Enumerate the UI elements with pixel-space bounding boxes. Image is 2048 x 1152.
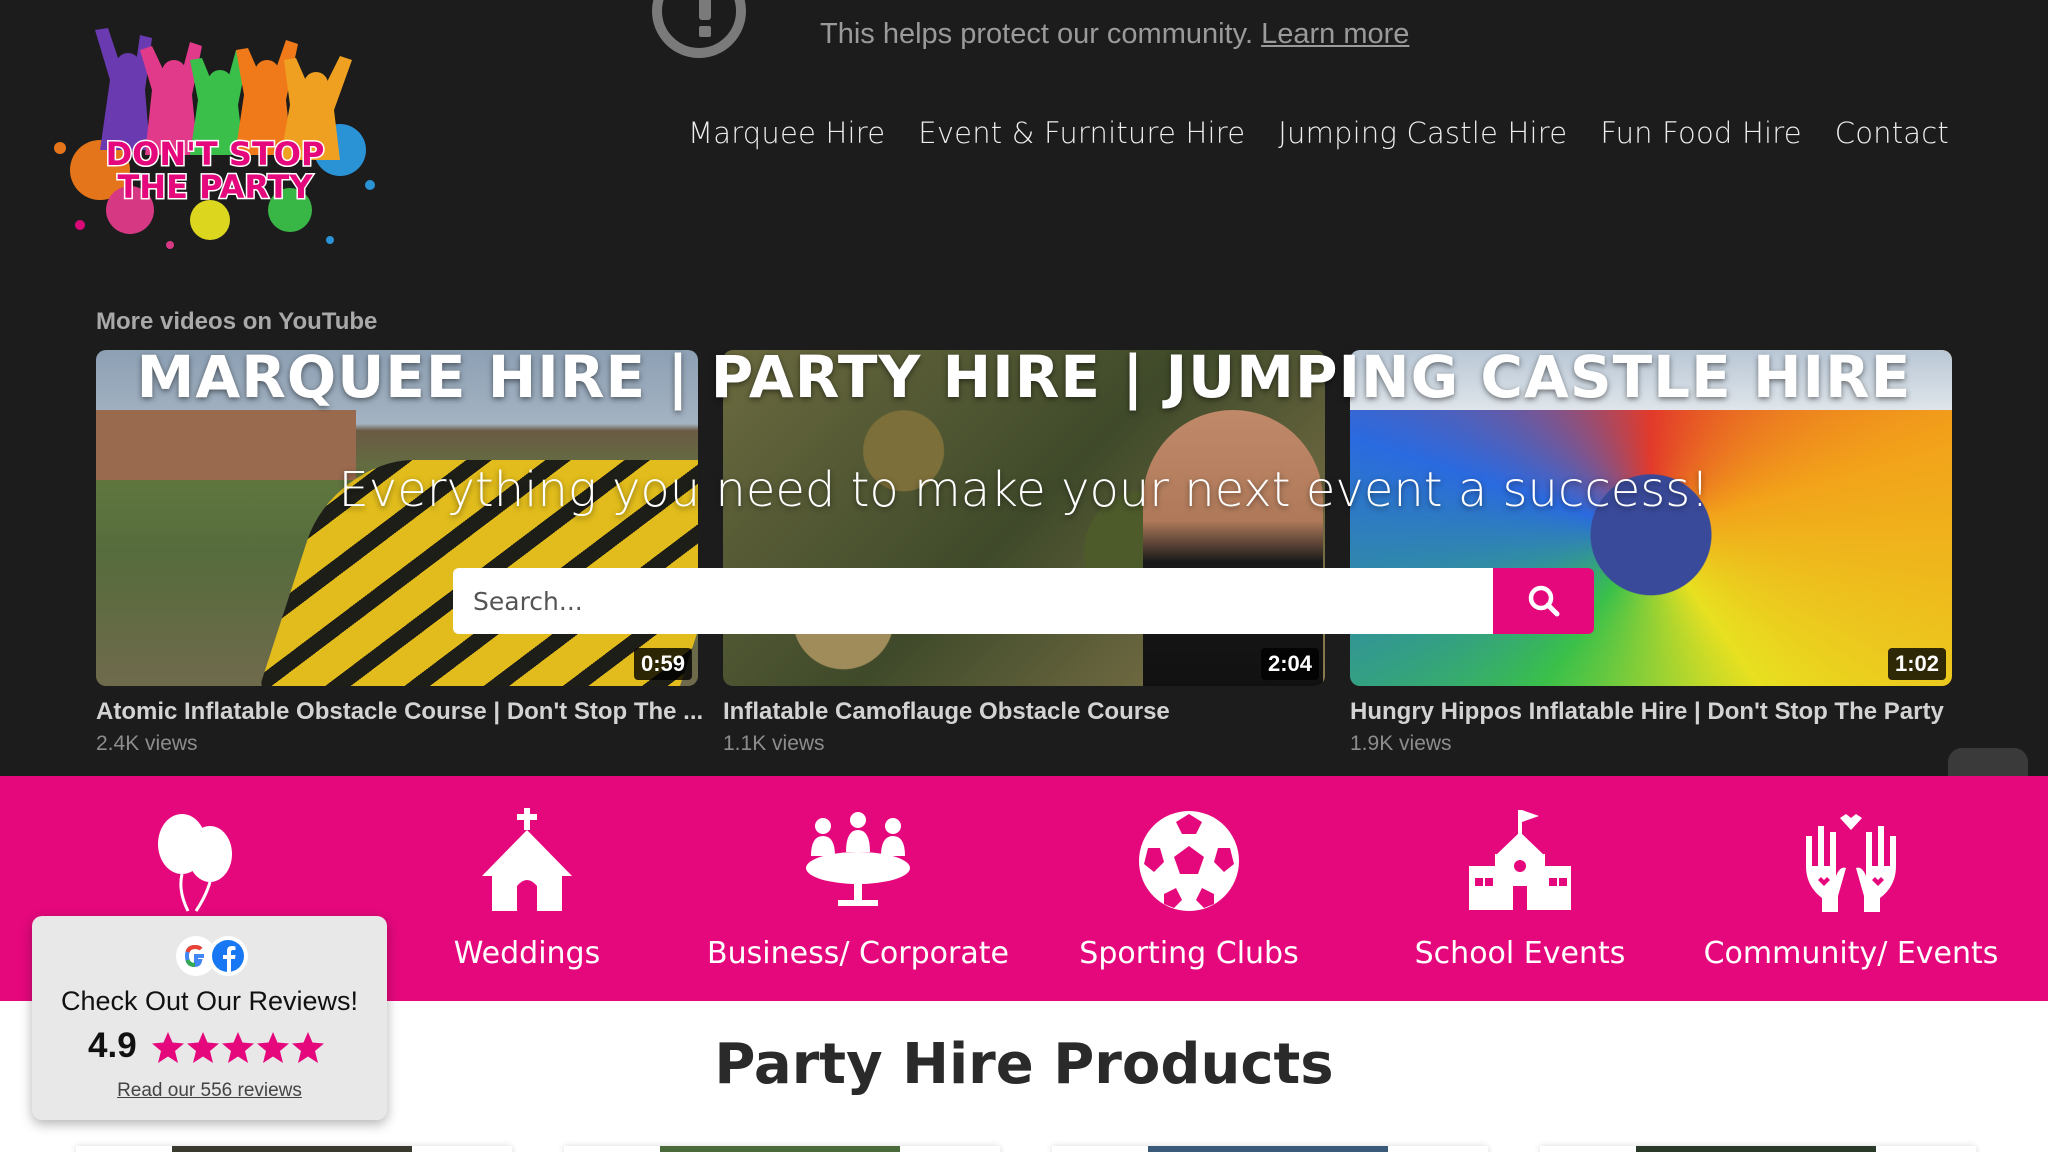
- review-widget[interactable]: Check Out Our Reviews! 4.9 Read our 556 …: [32, 916, 387, 1120]
- category-business-corporate[interactable]: Business/ Corporate: [693, 776, 1023, 1001]
- search-form: [453, 568, 1594, 634]
- review-rating: 4.9: [88, 1026, 137, 1065]
- category-school-events[interactable]: School Events: [1355, 776, 1685, 1001]
- church-icon: [482, 808, 572, 911]
- review-title: Check Out Our Reviews!: [60, 986, 359, 1016]
- category-sporting-clubs[interactable]: Sporting Clubs: [1024, 776, 1354, 1001]
- product-image: [172, 1146, 412, 1152]
- learn-more-link[interactable]: Learn more: [1261, 18, 1409, 50]
- youtube-logo-icon[interactable]: [1948, 748, 2028, 776]
- main-nav: Marquee Hire Event & Furniture Hire Jump…: [688, 116, 1982, 150]
- category-label: Sporting Clubs: [1079, 936, 1299, 971]
- category-label: Weddings: [453, 936, 601, 971]
- video-title[interactable]: Hungry Hippos Inflatable Hire | Don't St…: [1350, 698, 1944, 726]
- video-duration: 1:02: [1887, 648, 1946, 680]
- product-card[interactable]: [1052, 1146, 1488, 1152]
- nav-item-jumping-castle-hire[interactable]: Jumping Castle Hire: [1278, 116, 1567, 150]
- logo-text-line2: THE PARTY: [117, 168, 313, 206]
- product-image: [1148, 1146, 1388, 1152]
- search-icon: [1528, 585, 1559, 617]
- school-icon: [1469, 810, 1571, 910]
- product-image: [660, 1146, 900, 1152]
- product-image: [1636, 1146, 1876, 1152]
- soccer-ball-icon: [1139, 811, 1239, 911]
- nav-item-marquee-hire[interactable]: Marquee Hire: [688, 116, 885, 150]
- video-views: 1.1K views: [723, 732, 825, 755]
- category-community-events[interactable]: Community/ Events: [1686, 776, 2016, 1001]
- hero-subtitle: Everything you need to make your next ev…: [338, 462, 1710, 518]
- thumbnail-person: [1143, 410, 1323, 686]
- product-card[interactable]: [564, 1146, 1000, 1152]
- helping-hands-icon: [1806, 814, 1896, 912]
- video-duration: 0:59: [633, 648, 692, 680]
- star-rating-icon: [152, 1032, 324, 1063]
- category-weddings[interactable]: Weddings: [362, 776, 692, 1001]
- meeting-table-icon: [806, 812, 910, 906]
- search-button[interactable]: [1493, 568, 1594, 634]
- video-title[interactable]: Inflatable Camoflauge Obstacle Course: [723, 698, 1170, 726]
- youtube-notice-text: This helps protect our community.: [820, 18, 1254, 50]
- hero-title: MARQUEE HIRE | PARTY HIRE | JUMPING CAST…: [136, 343, 1912, 411]
- product-card[interactable]: [76, 1146, 512, 1152]
- google-facebook-icon: [176, 936, 248, 976]
- alert-icon: [652, 0, 746, 58]
- video-duration: 2:04: [1260, 648, 1319, 680]
- category-label: Business/ Corporate: [707, 936, 1009, 971]
- category-label: School Events: [1414, 936, 1626, 971]
- search-input[interactable]: [453, 568, 1493, 634]
- video-title[interactable]: Atomic Inflatable Obstacle Course | Don'…: [96, 698, 703, 726]
- balloons-icon: [158, 814, 232, 912]
- site-logo[interactable]: DON'T STOP THE PARTY: [40, 20, 390, 255]
- read-reviews-link[interactable]: Read our 556 reviews: [32, 1080, 387, 1102]
- more-videos-heading: More videos on YouTube: [96, 308, 378, 335]
- product-card[interactable]: [1540, 1146, 1976, 1152]
- nav-item-contact[interactable]: Contact: [1835, 116, 1949, 150]
- youtube-notice: This helps protect our community. Learn …: [820, 18, 1409, 51]
- video-views: 2.4K views: [96, 732, 198, 755]
- hero-section: This helps protect our community. Learn …: [0, 0, 2048, 776]
- nav-item-event-furniture-hire[interactable]: Event & Furniture Hire: [918, 116, 1245, 150]
- nav-item-fun-food-hire[interactable]: Fun Food Hire: [1600, 116, 1801, 150]
- category-label: Community/ Events: [1703, 936, 1999, 971]
- video-views: 1.9K views: [1350, 732, 1452, 755]
